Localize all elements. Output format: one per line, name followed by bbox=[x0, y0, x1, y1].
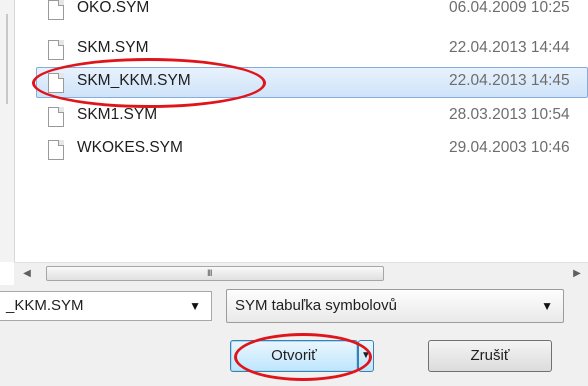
file-date: 22.04.2013 14:45 bbox=[449, 72, 570, 89]
dropdown-arrow-icon[interactable]: ▼ bbox=[541, 290, 553, 322]
file-list: OKO.SYM 06.04.2009 10:25 SKM.SYM 22.04.2… bbox=[0, 0, 588, 262]
file-date: 28.03.2013 10:54 bbox=[449, 106, 570, 123]
filetype-value: SYM tabuľka symbolovů bbox=[235, 297, 397, 314]
file-name: SKM.SYM bbox=[77, 39, 149, 56]
filename-combobox[interactable]: _KKM.SYM ▼ bbox=[0, 291, 212, 321]
file-icon bbox=[48, 140, 64, 160]
scroll-right-arrow-icon[interactable]: ▶ bbox=[570, 266, 584, 282]
dropdown-arrow-icon[interactable]: ▼ bbox=[189, 292, 201, 320]
file-name: OKO.SYM bbox=[77, 0, 150, 16]
file-row[interactable]: SKM1.SYM 28.03.2013 10:54 bbox=[36, 101, 588, 132]
file-name: SKM_KKM.SYM bbox=[77, 72, 191, 89]
left-pane-edge bbox=[0, 0, 15, 262]
left-scroll-mark bbox=[6, 14, 8, 104]
filetype-select[interactable]: SYM tabuľka symbolovů ▼ bbox=[226, 289, 564, 323]
file-row[interactable]: OKO.SYM 06.04.2009 10:25 bbox=[36, 0, 588, 25]
open-split-arrow-icon[interactable]: ▼ bbox=[358, 340, 374, 372]
file-icon bbox=[48, 73, 64, 93]
scrollbar-grip-icon: III bbox=[207, 268, 212, 278]
filename-value: _KKM.SYM bbox=[6, 297, 84, 314]
horizontal-scrollbar[interactable]: ◀ III ▶ bbox=[14, 262, 588, 285]
scroll-left-arrow-icon[interactable]: ◀ bbox=[20, 266, 34, 282]
file-icon bbox=[48, 107, 64, 127]
file-row-selected[interactable]: SKM_KKM.SYM 22.04.2013 14:45 bbox=[36, 67, 588, 98]
file-date: 22.04.2013 14:44 bbox=[449, 39, 570, 56]
file-date: 29.04.2003 10:46 bbox=[449, 139, 570, 156]
file-name: WKOKES.SYM bbox=[77, 139, 183, 156]
file-name: SKM1.SYM bbox=[77, 106, 158, 123]
file-icon bbox=[48, 0, 64, 20]
scrollbar-thumb[interactable]: III bbox=[46, 266, 384, 281]
file-row[interactable]: WKOKES.SYM 29.04.2003 10:46 bbox=[36, 134, 588, 165]
dialog-bottom-panel: _KKM.SYM ▼ SYM tabuľka symbolovů ▼ Otvor… bbox=[0, 285, 588, 386]
open-button[interactable]: Otvoriť bbox=[230, 340, 358, 372]
cancel-button[interactable]: Zrušiť bbox=[428, 340, 552, 372]
file-row[interactable]: SKM.SYM 22.04.2013 14:44 bbox=[36, 34, 588, 65]
file-icon bbox=[48, 40, 64, 60]
file-date: 06.04.2009 10:25 bbox=[449, 0, 570, 16]
